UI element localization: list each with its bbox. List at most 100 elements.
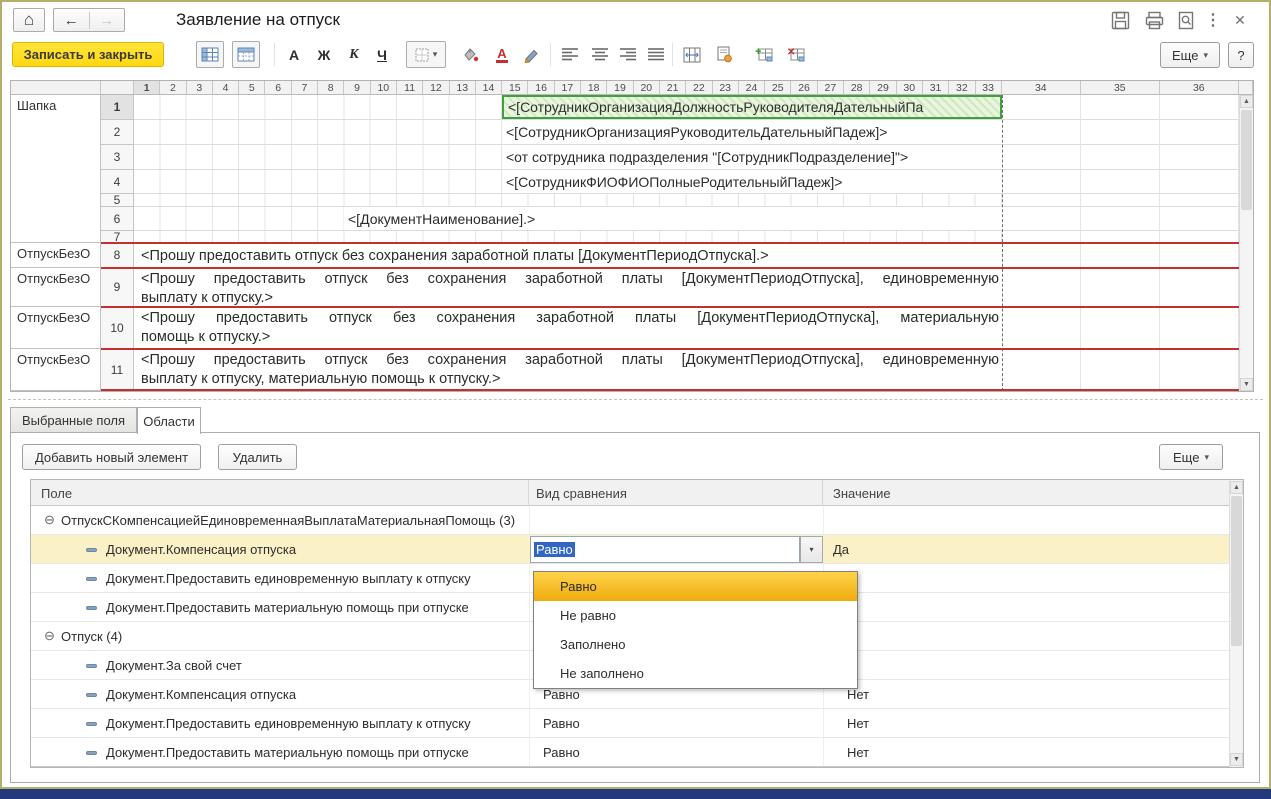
- column-header[interactable]: 8: [318, 81, 344, 95]
- column-header[interactable]: 1: [134, 81, 160, 95]
- column-header-value[interactable]: Значение: [823, 480, 1229, 506]
- column-header[interactable]: 18: [581, 81, 607, 95]
- toolbar-more-button[interactable]: Еще▾: [1160, 42, 1220, 68]
- column-header[interactable]: 33: [976, 81, 1002, 95]
- panel-splitter[interactable]: [8, 399, 1263, 400]
- template-cell[interactable]: <Прошу предоставить отпуск без сохранени…: [134, 268, 1002, 306]
- region-label[interactable]: Шапка: [11, 95, 101, 243]
- collapse-icon[interactable]: ⊖: [44, 629, 55, 643]
- column-header[interactable]: 2: [160, 81, 186, 95]
- region-label[interactable]: ОтпускБезО: [11, 268, 101, 307]
- compare-cell[interactable]: Равно: [543, 716, 580, 731]
- group-row[interactable]: ⊖ ОтпускСКомпенсациейЕдиновременнаяВыпла…: [31, 506, 1229, 535]
- row-number[interactable]: 5: [101, 194, 134, 207]
- scroll-down-icon[interactable]: ▼: [1240, 378, 1253, 391]
- dropdown-item-highlighted[interactable]: Равно: [534, 572, 857, 601]
- table-row[interactable]: Документ.Предоставить материальную помощ…: [31, 738, 1229, 767]
- kebab-menu-icon[interactable]: ⋮: [1204, 9, 1222, 31]
- template-cell[interactable]: <[СотрудникОрганизацияРуководительДатель…: [502, 120, 1002, 144]
- sheet-row-6[interactable]: <[ДокументНаименование].>: [134, 207, 1239, 231]
- value-cell[interactable]: Нет: [847, 745, 869, 760]
- sheet-row-4[interactable]: <[СотрудникФИОФИОПолныеРодительныйПадеж]…: [134, 170, 1239, 194]
- table-row-selected[interactable]: Документ.Компенсация отпуска Равно ▾ Да: [31, 535, 1229, 564]
- align-center-button[interactable]: [586, 41, 614, 68]
- close-icon[interactable]: ✕: [1230, 9, 1250, 31]
- column-header[interactable]: 17: [555, 81, 581, 95]
- highlight-button[interactable]: [518, 41, 546, 68]
- panel-more-button[interactable]: Еще▾: [1159, 444, 1223, 470]
- column-header[interactable]: 14: [476, 81, 502, 95]
- row-number[interactable]: 2: [101, 120, 134, 145]
- row-number[interactable]: 6: [101, 207, 134, 231]
- back-icon[interactable]: ←: [54, 12, 90, 29]
- column-header[interactable]: 11: [397, 81, 423, 95]
- delete-button[interactable]: Удалить: [218, 444, 297, 470]
- column-header[interactable]: 4: [213, 81, 239, 95]
- add-area-button[interactable]: +: [750, 41, 778, 68]
- template-cell[interactable]: <от сотрудника подразделения "[Сотрудник…: [502, 145, 1002, 169]
- column-header[interactable]: 16: [528, 81, 554, 95]
- collapse-icon[interactable]: ⊖: [44, 513, 55, 527]
- print-preview-icon[interactable]: [1174, 9, 1198, 31]
- dropdown-item[interactable]: Заполнено: [534, 630, 857, 659]
- font-button[interactable]: А: [280, 41, 308, 68]
- row-number[interactable]: 9: [101, 268, 134, 307]
- template-cell[interactable]: <Прошу предоставить отпуск без сохранени…: [134, 243, 1002, 267]
- row-number[interactable]: 11: [101, 349, 134, 391]
- column-header[interactable]: 29: [870, 81, 896, 95]
- italic-button[interactable]: К: [340, 41, 368, 68]
- column-header[interactable]: 6: [265, 81, 291, 95]
- compare-cell[interactable]: Равно: [543, 687, 580, 702]
- region-label[interactable]: ОтпускБезО: [11, 307, 101, 349]
- home-button[interactable]: ⌂: [13, 8, 45, 32]
- row-number[interactable]: 3: [101, 145, 134, 170]
- column-header[interactable]: 7: [292, 81, 318, 95]
- table-row[interactable]: Документ.Предоставить единовременную вып…: [31, 709, 1229, 738]
- column-header[interactable]: 26: [791, 81, 817, 95]
- dropdown-item[interactable]: Не заполнено: [534, 659, 857, 688]
- sheet-row-5[interactable]: [134, 194, 1239, 207]
- combo-dropdown-button[interactable]: ▾: [800, 536, 823, 563]
- scroll-up-icon[interactable]: ▲: [1240, 95, 1253, 108]
- bold-button[interactable]: Ж: [310, 41, 338, 68]
- value-cell[interactable]: Нет: [847, 687, 869, 702]
- compare-cell[interactable]: Равно: [543, 745, 580, 760]
- value-cell[interactable]: Нет: [847, 716, 869, 731]
- column-header[interactable]: 23: [713, 81, 739, 95]
- scroll-thumb[interactable]: [1231, 496, 1242, 646]
- column-header-field[interactable]: Поле: [31, 480, 529, 506]
- dropdown-item[interactable]: Не равно: [534, 601, 857, 630]
- tab-areas[interactable]: Области: [137, 407, 201, 434]
- show-headers-toggle[interactable]: [196, 41, 224, 68]
- sheet-row-3[interactable]: <от сотрудника подразделения "[Сотрудник…: [134, 145, 1239, 170]
- row-number[interactable]: 10: [101, 307, 134, 349]
- column-header[interactable]: 3: [187, 81, 213, 95]
- table-vertical-scrollbar[interactable]: ▲ ▼: [1229, 480, 1243, 767]
- region-label[interactable]: ОтпускБезО: [11, 349, 101, 391]
- template-cell[interactable]: <[ДокументНаименование].>: [344, 207, 1002, 230]
- align-left-button[interactable]: [556, 41, 584, 68]
- column-header[interactable]: 12: [423, 81, 449, 95]
- column-width-button[interactable]: [678, 41, 706, 68]
- column-header[interactable]: 25: [765, 81, 791, 95]
- name-assign-button[interactable]: [710, 41, 738, 68]
- delete-area-button[interactable]: ✕: [782, 41, 810, 68]
- column-header[interactable]: 24: [739, 81, 765, 95]
- sheet-row-8[interactable]: <Прошу предоставить отпуск без сохранени…: [134, 243, 1239, 268]
- column-header[interactable]: 27: [818, 81, 844, 95]
- value-cell[interactable]: Да: [833, 542, 849, 557]
- history-nav-group[interactable]: ← →: [53, 8, 125, 32]
- save-icon[interactable]: [1108, 9, 1132, 31]
- column-header[interactable]: 9: [344, 81, 370, 95]
- column-header[interactable]: 36: [1160, 81, 1239, 95]
- underline-button[interactable]: Ч: [368, 41, 396, 68]
- column-header-compare[interactable]: Вид сравнения: [529, 480, 823, 506]
- compare-kind-dropdown[interactable]: Равно Не равно Заполнено Не заполнено: [533, 571, 858, 689]
- spreadsheet-editor[interactable]: 1 2 3 4 5 6 7 8 9 10 11 12 13 14 15 16 1…: [10, 80, 1254, 392]
- column-header[interactable]: 22: [686, 81, 712, 95]
- sheet-row-2[interactable]: <[СотрудникОрганизацияРуководительДатель…: [134, 120, 1239, 145]
- scroll-down-icon[interactable]: ▼: [1230, 753, 1243, 766]
- column-header[interactable]: 28: [844, 81, 870, 95]
- forward-icon[interactable]: →: [90, 12, 125, 29]
- sheet-vertical-scrollbar[interactable]: ▲ ▼: [1239, 95, 1253, 391]
